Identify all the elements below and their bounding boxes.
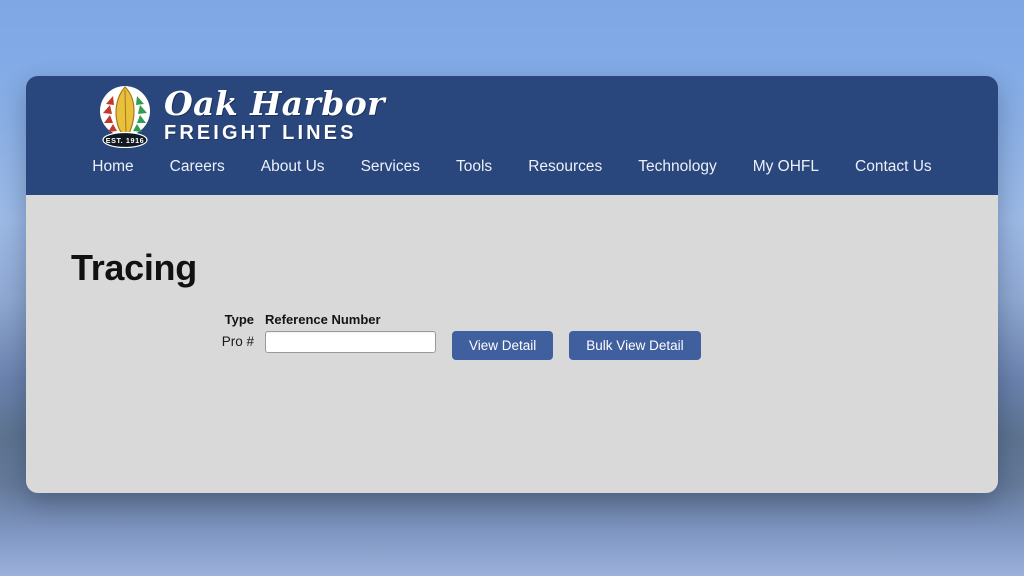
page-content: Tracing Type Pro # Reference Number View… [26, 195, 998, 493]
brand-name-primary: Oak Harbor [164, 84, 385, 123]
view-detail-button[interactable]: View Detail [452, 331, 554, 360]
nav-item-services[interactable]: Services [343, 154, 438, 180]
nav-item-resources[interactable]: Resources [510, 154, 620, 180]
brand-name-secondary: FREIGHT LINES [164, 122, 357, 144]
svg-text:EST. 1916: EST. 1916 [106, 136, 145, 145]
nav-item-about-us[interactable]: About Us [243, 154, 343, 180]
reference-number-input[interactable] [265, 331, 436, 353]
nav-item-tools[interactable]: Tools [438, 154, 510, 180]
nav-item-my-ohfl[interactable]: My OHFL [735, 154, 837, 180]
oak-harbor-leaf-emblem-icon: EST. 1916 [96, 84, 154, 148]
nav-item-technology[interactable]: Technology [620, 154, 734, 180]
brand-wordmark: Oak Harbor FREIGHT LINES [164, 84, 385, 143]
bulk-view-detail-button[interactable]: Bulk View Detail [569, 331, 701, 360]
nav-item-contact-us[interactable]: Contact Us [837, 154, 950, 180]
main-navigation: Home Careers About Us Services Tools Res… [26, 154, 998, 180]
tracing-form: Type Pro # Reference Number View Detail … [207, 313, 701, 360]
nav-item-careers[interactable]: Careers [152, 154, 243, 180]
type-value-label: Pro # [221, 334, 254, 349]
nav-item-home[interactable]: Home [74, 154, 151, 180]
brand-logo[interactable]: EST. 1916 Oak Harbor FREIGHT LINES [96, 84, 385, 148]
type-field-group: Type Pro # [207, 313, 254, 353]
reference-field-group: Reference Number [265, 313, 436, 353]
type-column-header: Type [224, 312, 254, 327]
reference-number-label: Reference Number [265, 312, 381, 327]
site-header: EST. 1916 Oak Harbor FREIGHT LINES Home … [26, 76, 998, 195]
page-title: Tracing [71, 247, 197, 289]
browser-window: EST. 1916 Oak Harbor FREIGHT LINES Home … [26, 76, 998, 493]
